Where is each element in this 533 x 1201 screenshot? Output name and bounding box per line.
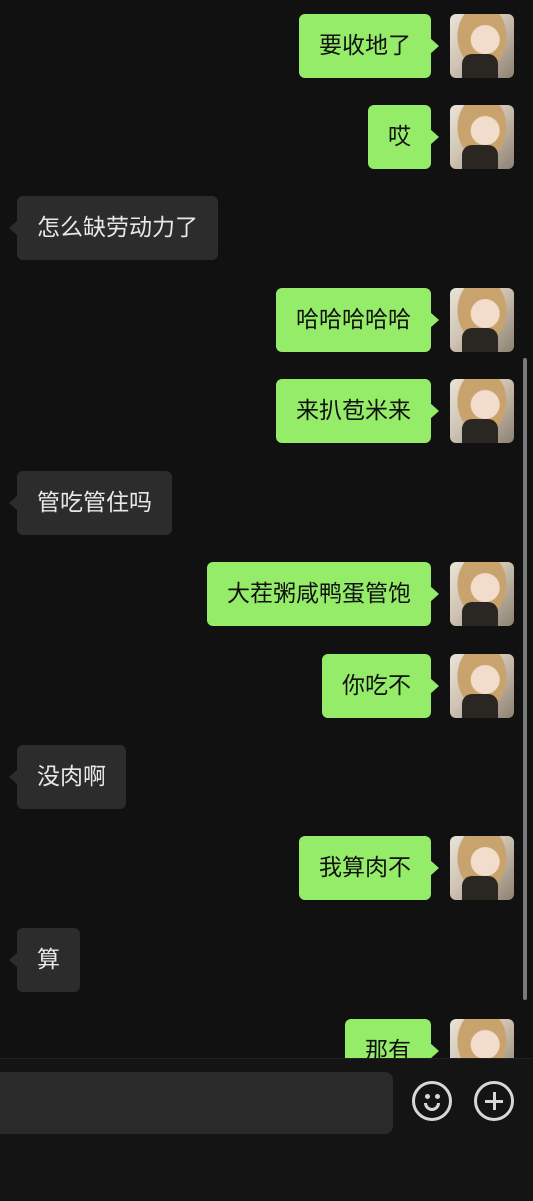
message-outgoing: 来扒苞米来 — [0, 379, 533, 443]
message-bubble[interactable]: 哎 — [368, 105, 439, 169]
scrollbar[interactable] — [523, 358, 527, 1000]
avatar[interactable] — [450, 105, 514, 169]
emoji-eye — [425, 1094, 430, 1099]
message-bubble[interactable]: 你吃不 — [322, 654, 439, 718]
emoji-icon[interactable] — [412, 1081, 452, 1121]
message-input[interactable] — [0, 1072, 393, 1134]
message-outgoing: 你吃不 — [0, 654, 533, 718]
message-bubble[interactable]: 算 — [9, 928, 80, 992]
message-incoming: 怎么缺劳动力了 — [0, 196, 533, 260]
message-outgoing: 哎 — [0, 105, 533, 169]
avatar[interactable] — [450, 1019, 514, 1058]
message-bubble[interactable]: 那有 — [345, 1019, 439, 1058]
message-incoming: 管吃管住吗 — [0, 471, 533, 535]
emoji-eye — [435, 1094, 440, 1099]
message-outgoing: 大茬粥咸鸭蛋管饱 — [0, 562, 533, 626]
avatar[interactable] — [450, 562, 514, 626]
avatar[interactable] — [450, 379, 514, 443]
message-bubble[interactable]: 来扒苞米来 — [276, 379, 439, 443]
message-outgoing: 我算肉不 — [0, 836, 533, 900]
message-bubble[interactable]: 我算肉不 — [299, 836, 439, 900]
input-bar — [0, 1058, 533, 1201]
avatar[interactable] — [450, 288, 514, 352]
message-incoming: 没肉啊 — [0, 745, 533, 809]
emoji-mouth — [424, 1103, 440, 1111]
avatar[interactable] — [450, 836, 514, 900]
avatar[interactable] — [450, 14, 514, 78]
message-bubble[interactable]: 管吃管住吗 — [9, 471, 172, 535]
message-incoming: 算 — [0, 928, 533, 992]
plus-icon[interactable] — [474, 1081, 514, 1121]
message-outgoing: 哈哈哈哈哈 — [0, 288, 533, 352]
message-bubble[interactable]: 大茬粥咸鸭蛋管饱 — [207, 562, 439, 626]
message-bubble[interactable]: 要收地了 — [299, 14, 439, 78]
plus-bar — [492, 1092, 496, 1110]
message-outgoing: 要收地了 — [0, 14, 533, 78]
message-bubble[interactable]: 哈哈哈哈哈 — [276, 288, 439, 352]
message-bubble[interactable]: 怎么缺劳动力了 — [9, 196, 218, 260]
avatar[interactable] — [450, 654, 514, 718]
chat-history[interactable]: 要收地了 哎 怎么缺劳动力了 哈哈哈哈哈 来扒苞米来 管吃管住吗 大茬粥咸鸭蛋管… — [0, 0, 533, 1058]
message-bubble[interactable]: 没肉啊 — [9, 745, 126, 809]
message-outgoing: 那有 — [0, 1019, 533, 1058]
